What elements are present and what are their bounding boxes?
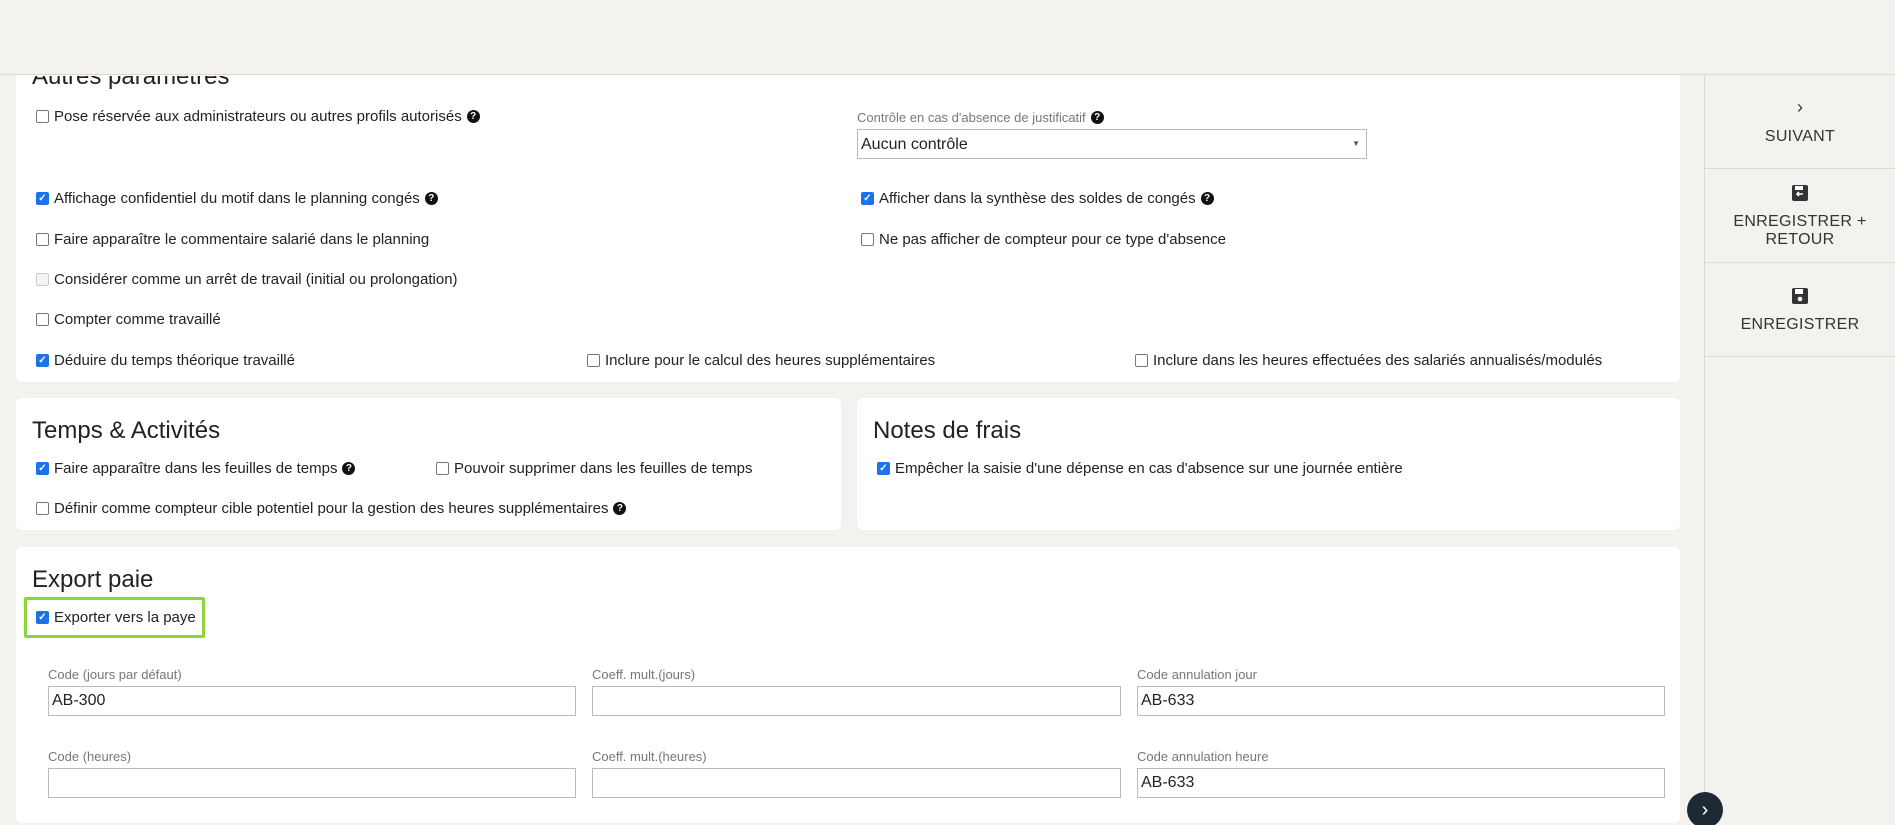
notes-de-frais-title: Notes de frais [873,417,1022,444]
next-button-label: SUIVANT [1764,127,1836,145]
deduire-label: Déduire du temps théorique travaillé [54,352,295,369]
feuilles-row[interactable]: ✓ Faire apparaître dans les feuilles de … [36,460,356,477]
annul-heure-label: Code annulation heure [1137,749,1269,764]
pose-reservee-checkbox[interactable] [36,110,49,123]
exporter-label: Exporter vers la paye [54,609,196,626]
save-button-label: ENREGISTRER [1740,315,1860,333]
code-heures-input[interactable] [48,768,576,798]
arret-travail-checkbox [36,273,49,286]
empecher-row[interactable]: ✓ Empêcher la saisie d'une dépense en ca… [877,460,1403,477]
controle-label: Contrôle en cas d'absence de justificati… [857,110,1086,125]
inclure-annualises-checkbox[interactable] [1135,354,1148,367]
help-icon[interactable]: ? [1090,111,1104,124]
compter-travaille-label: Compter comme travaillé [54,311,221,328]
scroll-next-button[interactable]: › [1687,792,1723,825]
annul-heure-input[interactable]: AB-633 [1137,768,1665,798]
help-icon[interactable]: ? [342,462,356,475]
annul-jour-label: Code annulation jour [1137,667,1257,682]
deduire-row[interactable]: ✓ Déduire du temps théorique travaillé [36,352,295,369]
feuilles-label: Faire apparaître dans les feuilles de te… [54,460,338,477]
controle-label-wrap: Contrôle en cas d'absence de justificati… [857,110,1104,125]
page-title: Congés Payés (25) [833,4,1062,34]
feuilles-checkbox[interactable]: ✓ [36,462,49,475]
deduire-checkbox[interactable]: ✓ [36,354,49,367]
commentaire-row[interactable]: Faire apparaître le commentaire salarié … [36,231,429,248]
supprimer-label: Pouvoir supprimer dans les feuilles de t… [454,460,753,477]
afficher-synthese-checkbox[interactable]: ✓ [861,192,874,205]
pose-reservee-row[interactable]: Pose réservée aux administrateurs ou aut… [36,108,480,125]
controle-select[interactable]: Aucun contrôle ▼ [857,129,1367,159]
compteur-cible-label: Définir comme compteur cible potentiel p… [54,500,609,517]
chevron-right-icon: › [1701,798,1709,821]
coeff-jours-input[interactable] [592,686,1121,716]
inclure-heures-sup-checkbox[interactable] [587,354,600,367]
ne-pas-afficher-row[interactable]: Ne pas afficher de compteur pour ce type… [861,231,1226,248]
afficher-synthese-label: Afficher dans la synthèse des soldes de … [879,190,1196,207]
temps-activites-title: Temps & Activités [32,417,221,444]
annul-jour-input[interactable]: AB-633 [1137,686,1665,716]
save-return-button[interactable]: ENREGISTRER + RETOUR [1705,169,1895,263]
exporter-checkbox[interactable]: ✓ [36,611,49,624]
compter-travaille-checkbox[interactable] [36,313,49,326]
coeff-heures-input[interactable] [592,768,1121,798]
commentaire-label: Faire apparaître le commentaire salarié … [54,231,430,248]
next-button[interactable]: › SUIVANT [1705,75,1895,169]
floppy-disk-icon [1791,286,1809,306]
dropdown-arrow-icon: ▼ [1352,139,1360,148]
inclure-annualises-row[interactable]: Inclure dans les heures effectuées des s… [1135,352,1602,369]
empecher-label: Empêcher la saisie d'une dépense en cas … [895,460,1403,477]
affichage-confidentiel-label: Affichage confidentiel du motif dans le … [54,190,420,207]
arret-travail-row: Considérer comme un arrêt de travail (in… [36,271,458,288]
help-icon[interactable]: ? [424,192,438,205]
action-sidebar: › SUIVANT ENREGISTRER + RETOUR ENREGISTR… [1704,75,1895,825]
pose-reservee-label: Pose réservée aux administrateurs ou aut… [54,108,462,125]
coeff-jours-label: Coeff. mult.(jours) [592,667,696,682]
help-icon[interactable]: ? [466,110,480,123]
coeff-heures-label: Coeff. mult.(heures) [592,749,707,764]
empecher-checkbox[interactable]: ✓ [877,462,890,475]
inclure-heures-sup-row[interactable]: Inclure pour le calcul des heures supplé… [587,352,935,369]
compteur-cible-row[interactable]: Définir comme compteur cible potentiel p… [36,500,627,517]
exporter-row[interactable]: ✓ Exporter vers la paye [36,609,196,626]
compter-travaille-row[interactable]: Compter comme travaillé [36,311,221,328]
save-return-icon [1791,183,1809,203]
chevron-right-icon: › [1797,97,1803,117]
ne-pas-afficher-checkbox[interactable] [861,233,874,246]
commentaire-checkbox[interactable] [36,233,49,246]
code-jours-input[interactable]: AB-300 [48,686,576,716]
supprimer-row[interactable]: Pouvoir supprimer dans les feuilles de t… [436,460,752,477]
afficher-synthese-row[interactable]: ✓ Afficher dans la synthèse des soldes d… [861,190,1214,207]
save-button[interactable]: ENREGISTRER [1705,263,1895,357]
code-heures-label: Code (heures) [48,749,132,764]
inclure-heures-sup-label: Inclure pour le calcul des heures supplé… [605,352,936,369]
supprimer-checkbox[interactable] [436,462,449,475]
compteur-cible-checkbox[interactable] [36,502,49,515]
help-icon[interactable]: ? [613,502,627,515]
save-return-button-label: ENREGISTRER + RETOUR [1733,212,1867,248]
affichage-confidentiel-row[interactable]: ✓ Affichage confidentiel du motif dans l… [36,190,438,207]
help-icon[interactable]: ? [1200,192,1214,205]
controle-select-value: Aucun contrôle [861,136,968,153]
code-jours-label: Code (jours par défaut) [48,667,182,682]
arret-travail-label: Considérer comme un arrêt de travail (in… [54,271,458,288]
affichage-confidentiel-checkbox[interactable]: ✓ [36,192,49,205]
export-paie-title: Export paie [32,566,154,593]
ne-pas-afficher-label: Ne pas afficher de compteur pour ce type… [879,231,1226,248]
inclure-annualises-label: Inclure dans les heures effectuées des s… [1153,352,1603,369]
